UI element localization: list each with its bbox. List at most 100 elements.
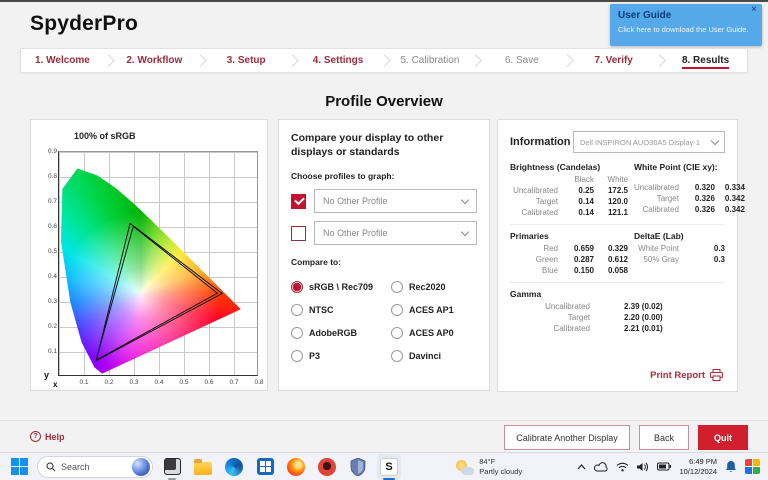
calibrate-another-display-button[interactable]: Calibrate Another Display (504, 425, 630, 450)
firefox-icon (287, 457, 305, 476)
radio-adobergb[interactable]: AdobeRGB (291, 326, 391, 339)
profile-dropdown-1[interactable]: No Other Profile (314, 189, 477, 214)
step-navigation: 1. Welcome 2. Workflow 3. Setup 4. Setti… (20, 48, 748, 73)
information-card: Information Dell INSPIRON AUO30A5 Displa… (497, 119, 745, 392)
quit-button[interactable]: Quit (698, 425, 748, 450)
step-welcome[interactable]: 1. Welcome (21, 55, 104, 66)
radio-aces-ap0[interactable]: ACES AP0 (391, 326, 477, 339)
weather-condition: Partly cloudy (479, 466, 523, 476)
x-tick: 0.3 (129, 379, 139, 386)
profile-checkbox-1[interactable] (291, 193, 306, 209)
radio-icon (291, 303, 303, 316)
profile-row-1: No Other Profile (291, 189, 477, 214)
tray-chevron-up-icon[interactable] (577, 463, 586, 470)
compare-heading: Compare your display to other displays o… (291, 132, 444, 158)
search-highlight-image[interactable] (132, 457, 150, 476)
compare-card: Compare your display to other displays o… (278, 119, 490, 391)
step-setup[interactable]: 3. Setup (205, 55, 288, 66)
x-tick: 0.4 (154, 379, 164, 386)
folder-icon (194, 458, 212, 475)
red-app-icon (318, 457, 336, 476)
chromaticity-plot: 0.9 0.8 0.7 0.6 0.5 0.4 0.3 0.2 0.1 0.1 … (44, 148, 264, 389)
step-workflow[interactable]: 2. Workflow (113, 55, 196, 66)
step-calibration[interactable]: 5. Calibration (389, 55, 472, 66)
chevron-down-icon (460, 195, 470, 205)
print-report-link[interactable]: Print Report (650, 369, 723, 381)
step-save[interactable]: 6. Save (480, 55, 563, 66)
x-tick: 0.6 (204, 379, 214, 386)
toast-close-icon[interactable]: × (751, 5, 757, 15)
radio-icon (391, 326, 403, 339)
y-axis-label: y (44, 370, 50, 380)
step-results[interactable]: 8. Results (664, 55, 747, 69)
radio-davinci[interactable]: Davinci (391, 349, 477, 362)
taskbar-app-file-explorer[interactable] (191, 454, 215, 480)
x-tick: 0.2 (104, 379, 114, 386)
battery-icon[interactable] (657, 462, 672, 471)
search-placeholder: Search (61, 461, 90, 472)
partly-cloudy-icon (456, 459, 475, 475)
y-tick: 0.8 (47, 173, 57, 180)
search-icon (46, 461, 56, 471)
taskbar-app-red[interactable] (315, 454, 339, 480)
profile-checkbox-2[interactable] (291, 225, 306, 241)
onedrive-cloud-icon[interactable] (594, 461, 609, 472)
x-axis-label: x (53, 380, 58, 389)
white-point-section: White Point (CIE xy): Uncalibrated 0.320 0… (634, 162, 745, 214)
store-icon (256, 458, 274, 475)
user-guide-toast[interactable]: × User Guide Click here to download the … (610, 4, 762, 46)
taskbar-app-shield[interactable] (346, 454, 370, 480)
question-icon: ? (30, 431, 41, 442)
taskbar-app-spyder[interactable]: S (377, 453, 401, 480)
profile-dropdown-2[interactable]: No Other Profile (314, 221, 477, 246)
taskbar-search[interactable]: Search (37, 455, 153, 478)
gamut-triangles (95, 222, 224, 362)
y-tick: 0.9 (47, 148, 57, 155)
taskbar-app-store[interactable] (253, 454, 277, 480)
information-heading: Information (510, 136, 571, 148)
shield-icon (350, 457, 366, 476)
toast-body[interactable]: Click here to download the User Guide. (618, 25, 754, 34)
help-link[interactable]: ? Help (30, 431, 65, 442)
volume-icon[interactable] (637, 462, 649, 472)
start-button[interactable] (8, 456, 30, 478)
step-verify[interactable]: 7. Verify (572, 55, 655, 66)
taskbar-weather[interactable]: 84°F Partly cloudy (456, 457, 522, 476)
taskbar-app-photos[interactable] (160, 454, 184, 480)
radio-icon (291, 280, 303, 293)
y-tick: 0.4 (47, 273, 57, 280)
chevron-down-icon (710, 136, 720, 145)
deltae-section: DeltaE (Lab) White Point 0.3 50% Gray 0.3 (634, 231, 725, 264)
x-tick: 0.7 (229, 379, 239, 386)
taskbar-app-edge[interactable] (222, 454, 246, 480)
y-tick: 0.2 (47, 323, 57, 330)
wifi-icon[interactable] (616, 462, 629, 472)
toast-title: User Guide (618, 10, 672, 21)
clock-time: 6:49 PM (689, 457, 718, 467)
radio-ntsc[interactable]: NTSC (291, 303, 391, 316)
gamut-chart-card: 100% of sRGB 0.9 0.8 0.7 0.6 0.5 0.4 0.3… (30, 119, 268, 391)
taskbar-app-firefox[interactable] (284, 454, 308, 480)
display-selector-dropdown[interactable]: Dell INSPIRON AUO30A5 Display-1 (573, 131, 725, 153)
radio-icon (391, 303, 403, 316)
y-tick: 0.5 (47, 248, 57, 255)
radio-icon (291, 326, 303, 339)
radio-p3[interactable]: P3 (291, 349, 391, 362)
radio-srgb-rec709[interactable]: sRGB \ Rec709 (291, 280, 391, 293)
footer-divider (0, 420, 768, 421)
clock-date: 10/12/2024 (679, 466, 718, 476)
widgets-icon[interactable] (745, 459, 761, 474)
page-title: Profile Overview (325, 93, 443, 110)
radio-rec2020[interactable]: Rec2020 (391, 280, 477, 293)
back-button[interactable]: Back (639, 425, 689, 450)
radio-aces-ap1[interactable]: ACES AP1 (391, 303, 477, 316)
taskbar-clock[interactable]: 6:49 PM 10/12/2024 (679, 457, 717, 476)
primaries-section: Primaries Red 0.659 0.329 Green 0.287 0.612 … (510, 231, 628, 275)
y-tick: 0.3 (47, 298, 57, 305)
photos-icon (163, 458, 181, 475)
notification-bell-icon[interactable] (725, 460, 737, 473)
app-logo: SpyderPro (30, 12, 138, 35)
profile-row-2: No Other Profile (291, 221, 477, 246)
chevron-down-icon (460, 227, 470, 237)
step-settings[interactable]: 4. Settings (297, 55, 380, 66)
